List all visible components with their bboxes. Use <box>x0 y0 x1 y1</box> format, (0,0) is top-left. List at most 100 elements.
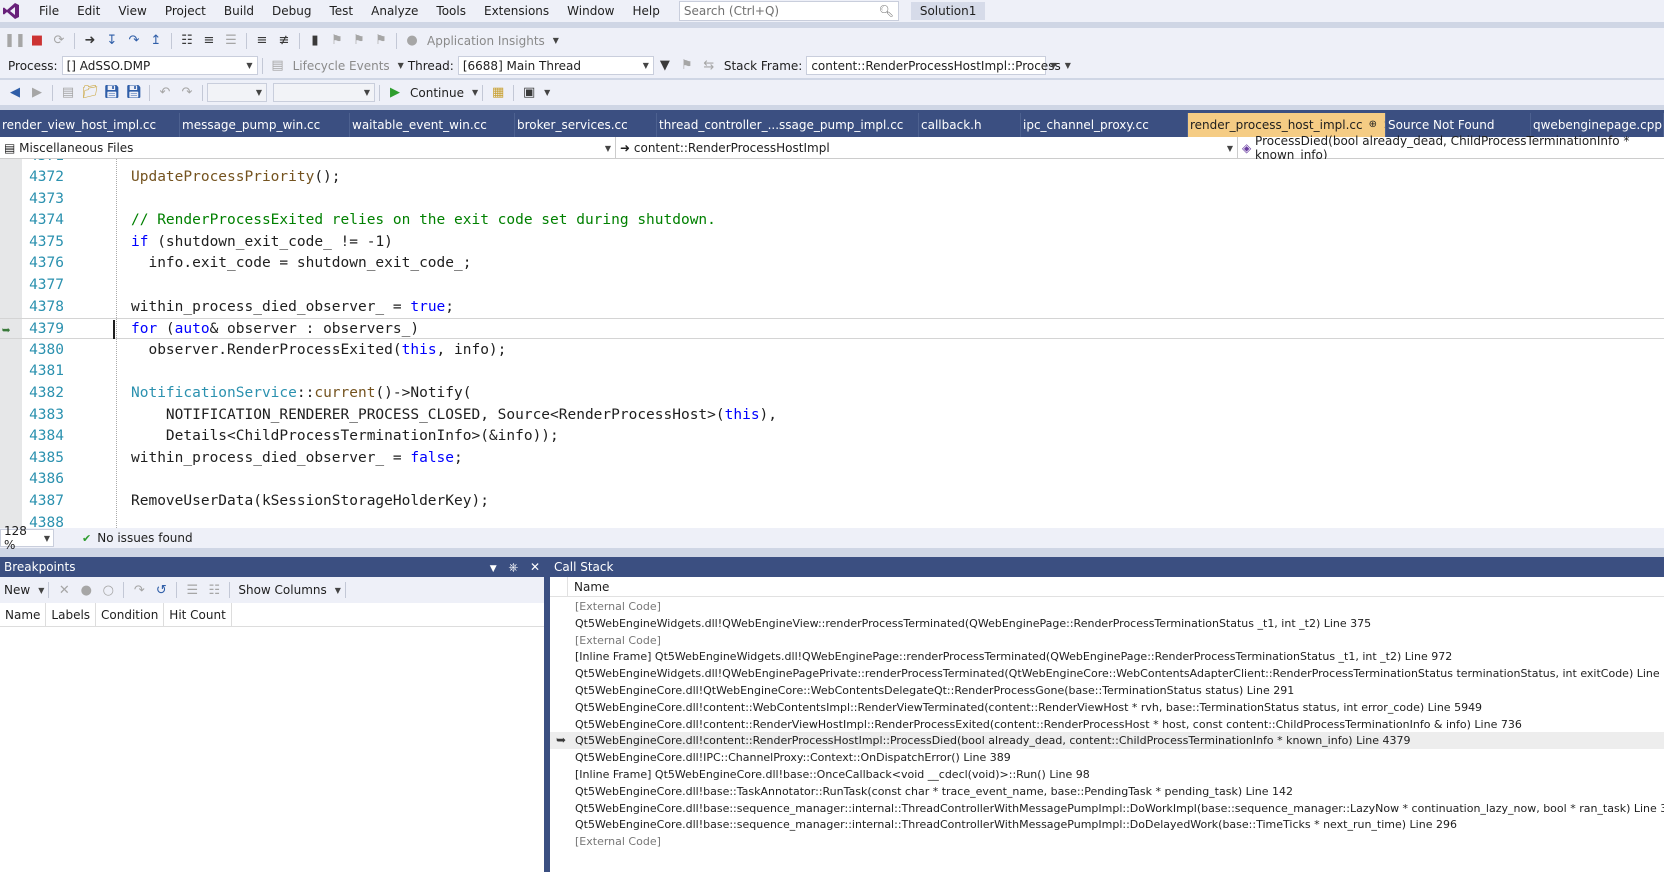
code-line[interactable]: 4371 <box>0 159 1664 167</box>
column-header[interactable]: Labels <box>46 602 97 627</box>
scope-dropdown[interactable]: ➜ content::RenderProcessHostImpl ▼ <box>616 137 1238 159</box>
chevron-down-icon[interactable]: ▼ <box>553 36 559 45</box>
code-line[interactable]: 4381 <box>0 361 1664 382</box>
zoom-dropdown[interactable]: 128 % ▼ <box>0 524 54 552</box>
continue-icon[interactable]: ▶ <box>386 84 404 102</box>
menu-file[interactable]: File <box>30 0 68 22</box>
save-all-icon[interactable]: 💾︎ <box>125 84 143 102</box>
step-over-icon[interactable]: ↷ <box>125 32 143 50</box>
call-stack-row[interactable]: ➥ Qt5WebEngineCore.dll!content::RenderPro… <box>550 732 1664 750</box>
call-stack-row[interactable]: Qt5WebEngineCore.dll!IPC::ChannelProxy::… <box>550 749 1664 766</box>
call-stack-row[interactable]: Qt5WebEngineCore.dll!base::sequence_mana… <box>550 800 1664 817</box>
toolbar-overflow-icon[interactable]: ▼ <box>544 88 550 97</box>
chevron-down-icon[interactable]: ▼ <box>472 88 478 97</box>
navigate-back-icon[interactable]: ◀ <box>6 84 24 102</box>
document-tab[interactable]: ipc_channel_proxy.cc <box>1021 113 1188 137</box>
document-tab[interactable]: waitable_event_win.cc <box>350 113 515 137</box>
code-line[interactable]: 4382 NotificationService::current()->Noti… <box>0 383 1664 404</box>
clear-bookmarks-icon[interactable]: ⚑ <box>372 32 390 50</box>
go-to-disassembly-icon[interactable]: ☰ <box>183 581 201 599</box>
columns-icon[interactable]: ☷ <box>205 581 223 599</box>
call-stack-row[interactable]: Qt5WebEngineWidgets.dll!QWebEnginePagePr… <box>550 665 1664 682</box>
document-tab[interactable]: thread_controller_...ssage_pump_impl.cc <box>657 113 919 137</box>
call-stack-row[interactable]: Qt5WebEngineCore.dll!base::sequence_mana… <box>550 816 1664 833</box>
code-line[interactable]: 4383 NOTIFICATION_RENDERER_PROCESS_CLOSE… <box>0 405 1664 426</box>
toggle-frames-icon[interactable]: ⇆ <box>700 57 718 75</box>
step-into-icon[interactable]: ↧ <box>103 32 121 50</box>
menu-help[interactable]: Help <box>623 0 668 22</box>
call-stack-row[interactable]: Qt5WebEngineWidgets.dll!QWebEngineView::… <box>550 615 1664 632</box>
call-stack-row[interactable]: [Inline Frame] Qt5WebEngineCore.dll!base… <box>550 766 1664 783</box>
code-line[interactable]: 4385 within_process_died_observer_ = fals… <box>0 448 1664 469</box>
document-tab[interactable]: message_pump_win.cc <box>180 113 350 137</box>
code-line[interactable]: 4387 RemoveUserData(kSessionStorageHolder… <box>0 491 1664 512</box>
chevron-down-icon[interactable]: ▼ <box>38 586 44 595</box>
search-input[interactable]: Search (Ctrl+Q) 🔍︎ <box>678 1 899 21</box>
code-line[interactable]: 4379 for (auto& observer : observers_) ➥ <box>0 318 1664 340</box>
code-line[interactable]: 4378 within_process_died_observer_ = true… <box>0 297 1664 318</box>
show-columns-button[interactable]: Show Columns <box>238 583 326 597</box>
uncomment-icon[interactable]: ≢ <box>275 32 293 50</box>
column-header[interactable]: Hit Count <box>164 602 232 627</box>
show-next-statement-icon[interactable]: ➜ <box>81 32 99 50</box>
process-dropdown[interactable]: [] AdSSO.DMP ▼ <box>61 56 258 75</box>
menu-extensions[interactable]: Extensions <box>475 0 558 22</box>
browse-icon[interactable]: ▦ <box>489 84 507 102</box>
continue-button[interactable]: Continue <box>410 86 464 100</box>
menu-analyze[interactable]: Analyze <box>362 0 427 22</box>
code-line[interactable]: 4374 // RenderProcessExited relies on the… <box>0 210 1664 231</box>
name-column-header[interactable]: Name <box>574 580 609 594</box>
menu-edit[interactable]: Edit <box>68 0 109 22</box>
save-icon[interactable]: 💾︎ <box>103 84 121 102</box>
menu-window[interactable]: Window <box>558 0 623 22</box>
column-header[interactable]: Condition <box>96 602 165 627</box>
column-header[interactable]: Name <box>0 602 47 627</box>
document-tab[interactable]: render_view_host_impl.cc <box>0 113 180 137</box>
call-stack-row[interactable]: Qt5WebEngineCore.dll!base::TaskAnnotator… <box>550 783 1664 800</box>
lifecycle-events-dropdown[interactable]: Lifecycle Events <box>293 59 390 73</box>
stop-debugging-icon[interactable]: ■ <box>28 32 46 50</box>
visual-studio-logo-icon[interactable] <box>0 0 22 22</box>
code-line[interactable]: 4384 Details<ChildProcessTerminationInfo… <box>0 426 1664 447</box>
bookmark-icon[interactable]: ▮ <box>306 32 324 50</box>
restart-icon[interactable]: ⟳ <box>50 32 68 50</box>
menu-tools[interactable]: Tools <box>427 0 475 22</box>
code-line[interactable]: 4372 UpdateProcessPriority(); <box>0 167 1664 188</box>
stack-frame-dropdown[interactable]: content::RenderProcessHostImpl::Process … <box>806 56 1071 75</box>
project-dropdown[interactable]: ▤ Miscellaneous Files ▼ <box>0 137 616 159</box>
chevron-down-icon[interactable]: ▼ <box>335 586 341 595</box>
app-insights-label[interactable]: Application Insights <box>427 34 545 48</box>
code-line[interactable]: 4375 if (shutdown_exit_code_ != -1) <box>0 232 1664 253</box>
screenshot-icon[interactable]: ▣ <box>520 84 538 102</box>
code-line[interactable]: 4386 <box>0 469 1664 490</box>
menu-debug[interactable]: Debug <box>263 0 320 22</box>
flag-thread-icon[interactable]: ⚑ <box>678 57 696 75</box>
menu-test[interactable]: Test <box>320 0 362 22</box>
call-stack-row[interactable]: [Inline Frame] Qt5WebEngineWidgets.dll!Q… <box>550 648 1664 665</box>
call-stack-row[interactable]: Qt5WebEngineCore.dll!content::WebContent… <box>550 699 1664 716</box>
undo-icon[interactable]: ↶ <box>156 84 174 102</box>
chevron-down-icon[interactable]: ▼ <box>398 61 404 70</box>
break-all-icon[interactable]: ❚❚ <box>4 32 26 50</box>
disable-all-icon[interactable]: ○ <box>99 581 117 599</box>
member-dropdown[interactable]: ◈ ProcessDied(bool already_dead, ChildPr… <box>1238 134 1664 162</box>
code-line[interactable]: 4376 info.exit_code = shutdown_exit_code… <box>0 253 1664 274</box>
close-icon[interactable]: ✕ <box>530 560 540 574</box>
call-stack-row[interactable]: Qt5WebEngineCore.dll!content::RenderView… <box>550 716 1664 733</box>
new-breakpoint-button[interactable]: New <box>4 583 30 597</box>
call-stack-row[interactable]: [External Code] <box>550 598 1664 615</box>
navigate-forward-icon[interactable]: ▶ <box>28 84 46 102</box>
platform-dropdown[interactable]: ▼ <box>273 83 375 102</box>
new-project-icon[interactable]: ▤ <box>59 84 77 102</box>
delete-all-icon[interactable]: ● <box>77 581 95 599</box>
call-stack-row[interactable]: [External Code] <box>550 833 1664 850</box>
code-line[interactable]: 4373 <box>0 189 1664 210</box>
hex-display-icon[interactable]: ☷ <box>178 32 196 50</box>
toolbar-overflow-icon[interactable]: ▼ <box>1050 61 1056 70</box>
call-stack-row[interactable]: [External Code] <box>550 632 1664 649</box>
menu-project[interactable]: Project <box>156 0 215 22</box>
code-line[interactable]: 4380 observer.RenderProcessExited(this, … <box>0 340 1664 361</box>
window-menu-icon[interactable]: ▼ <box>490 564 497 574</box>
go-to-source-icon[interactable]: ↺ <box>152 581 170 599</box>
comment-icon[interactable]: ≡ <box>253 32 271 50</box>
